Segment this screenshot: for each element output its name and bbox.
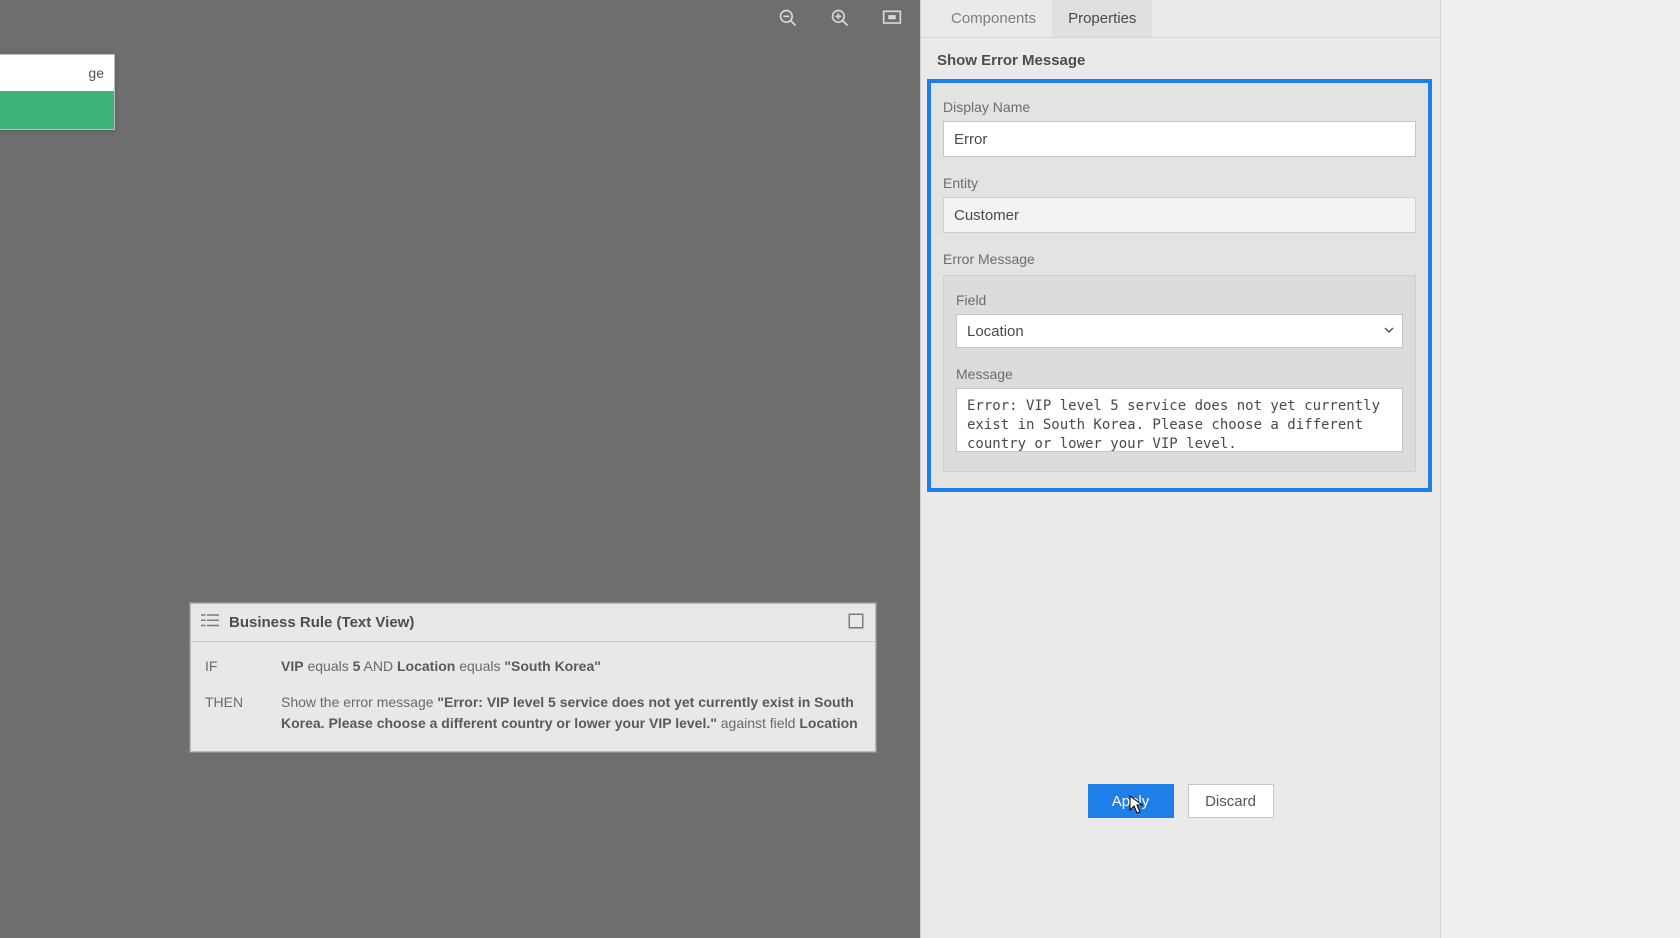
display-name-label: Display Name [943,99,1416,115]
text-view-body: IF VIP equals 5 AND Location equals "Sou… [191,642,875,751]
zoom-in-icon[interactable] [830,8,850,31]
then-keyword: THEN [205,692,281,733]
entity-label: Entity [943,175,1416,191]
entity-value: Customer [943,197,1416,233]
error-message-properties-group: Display Name Entity Customer Error Messa… [927,79,1432,492]
error-message-subsection: Field Location Message [943,275,1416,472]
section-title: Show Error Message [921,38,1440,79]
display-name-input[interactable] [943,121,1416,157]
then-action: Show the error message "Error: VIP level… [281,692,861,733]
field-select[interactable]: Location [956,314,1403,348]
business-rule-text-view: Business Rule (Text View) IF VIP equals … [190,603,876,752]
if-keyword: IF [205,656,281,676]
message-textarea[interactable] [956,388,1403,452]
text-view-header: Business Rule (Text View) [191,604,875,642]
fit-to-screen-icon[interactable] [882,8,902,31]
tab-components[interactable]: Components [935,0,1052,37]
rule-designer-canvas[interactable]: ge Business Rule (Text View) IF VIP equa… [0,0,920,938]
properties-panel: Components Properties Show Error Message… [920,0,1440,938]
window-scroll-region [1440,0,1680,938]
action-card-fragment[interactable]: ge [0,54,115,130]
action-card-title: ge [0,55,114,91]
expand-text-view-icon[interactable] [847,612,865,633]
action-card-body [0,91,114,129]
field-label: Field [956,292,1403,308]
message-label: Message [956,366,1403,382]
text-view-title: Business Rule (Text View) [229,614,414,631]
text-view-icon [201,613,219,632]
apply-button[interactable]: Apply [1088,784,1174,818]
discard-button[interactable]: Discard [1188,784,1274,818]
if-condition: VIP equals 5 AND Location equals "South … [281,656,861,676]
error-message-label: Error Message [943,251,1416,267]
canvas-toolbar [778,8,902,31]
side-tabs: Components Properties [921,0,1440,38]
tab-properties[interactable]: Properties [1052,0,1152,37]
properties-footer: Apply Discard [921,764,1440,938]
zoom-out-icon[interactable] [778,8,798,31]
